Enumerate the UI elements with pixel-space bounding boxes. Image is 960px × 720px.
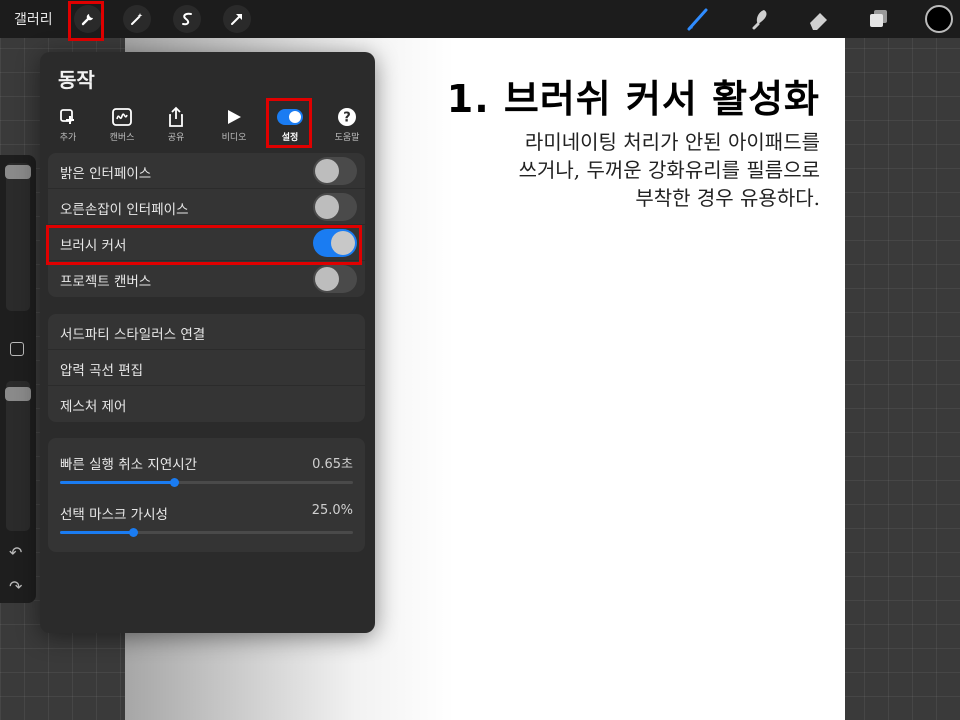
- setting-label: 밝은 인터페이스: [60, 166, 152, 182]
- desc-line: 부착한 경우 유용하다.: [635, 186, 820, 210]
- panel-title: 동작: [58, 68, 95, 92]
- brush-icon: [687, 8, 708, 31]
- modify-button[interactable]: [10, 342, 24, 356]
- brush-size-thumb[interactable]: [5, 165, 31, 179]
- undo-delay-setting: 빠른 실행 취소 지연시간 0.65초: [48, 442, 365, 492]
- setting-label: 선택 마스크 가시성: [60, 507, 168, 523]
- gallery-button[interactable]: 갤러리: [14, 9, 53, 29]
- gesture-controls-link[interactable]: 제스처 제어: [48, 386, 365, 422]
- smudge-tool-button[interactable]: [746, 6, 772, 32]
- setting-label: 서드파티 스타일러스 연결: [60, 327, 206, 343]
- brush-size-slider[interactable]: [6, 163, 30, 311]
- tab-label: 비디오: [221, 133, 247, 143]
- slider-settings-group: 빠른 실행 취소 지연시간 0.65초 선택 마스크 가시성 25.0%: [48, 438, 365, 552]
- color-picker-button[interactable]: [925, 5, 953, 33]
- undo-delay-slider[interactable]: [60, 478, 353, 487]
- settings-highlight-box: [266, 98, 312, 148]
- setting-light-interface: 밝은 인터페이스: [48, 153, 365, 189]
- transform-button[interactable]: [223, 5, 251, 33]
- undo-delay-value: 0.65초: [312, 457, 353, 472]
- tab-label: 공유: [167, 133, 185, 143]
- tab-label: 추가: [59, 133, 77, 143]
- opacity-thumb[interactable]: [5, 387, 31, 401]
- tab-add[interactable]: 추가: [46, 104, 90, 148]
- slider-knob[interactable]: [129, 528, 138, 537]
- layers-icon: [870, 10, 887, 27]
- setting-label: 압력 곡선 편집: [60, 363, 144, 379]
- brush-cursor-highlight-box: [46, 225, 362, 265]
- smudge-icon: [752, 10, 767, 30]
- canvas-description: 라미네이팅 처리가 안된 아이패드를 쓰거나, 두꺼운 강화유리를 필름으로 부…: [440, 128, 820, 212]
- top-toolbar: 갤러리: [0, 0, 960, 41]
- pressure-curve-link[interactable]: 압력 곡선 편집: [48, 350, 365, 386]
- tab-label: 캔버스: [109, 133, 135, 143]
- help-icon: ?: [338, 108, 356, 126]
- arrow-cursor-icon: [231, 14, 242, 25]
- tab-canvas[interactable]: 캔버스: [100, 104, 144, 148]
- brush-tool-button[interactable]: [685, 6, 711, 32]
- selection-mask-value: 25.0%: [311, 503, 353, 518]
- undo-icon[interactable]: ↶: [9, 543, 22, 562]
- third-party-stylus-link[interactable]: 서드파티 스타일러스 연결: [48, 314, 365, 350]
- light-interface-toggle[interactable]: [313, 157, 357, 185]
- setting-label: 프로젝트 캔버스: [60, 274, 152, 290]
- selection-mask-slider[interactable]: [60, 528, 353, 537]
- canvas-heading: 1. 브러쉬 커서 활성화: [446, 77, 820, 121]
- desc-line: 쓰거나, 두꺼운 강화유리를 필름으로: [518, 158, 820, 182]
- setting-label: 빠른 실행 취소 지연시간: [60, 457, 198, 473]
- setting-label: 제스처 제어: [60, 399, 127, 415]
- selection-s-icon: [182, 12, 192, 26]
- project-canvas-toggle[interactable]: [313, 265, 357, 293]
- canvas-icon: [112, 108, 132, 126]
- slider-fill: [60, 531, 133, 534]
- svg-text:?: ?: [343, 111, 351, 126]
- setting-label: 오른손잡이 인터페이스: [60, 202, 189, 218]
- video-icon: [228, 110, 241, 124]
- slider-fill: [60, 481, 174, 484]
- adjustments-button[interactable]: [123, 5, 151, 33]
- eraser-tool-button[interactable]: [806, 6, 832, 32]
- tab-label: 도움말: [334, 133, 360, 143]
- setting-right-hand-interface: 오른손잡이 인터페이스: [48, 189, 365, 225]
- slider-knob[interactable]: [170, 478, 179, 487]
- left-sidebar: ↶ ↷: [0, 155, 36, 603]
- add-icon: [60, 109, 74, 124]
- opacity-slider[interactable]: [6, 381, 30, 531]
- setting-project-canvas: 프로젝트 캔버스: [48, 261, 365, 297]
- layers-button[interactable]: [866, 6, 892, 32]
- magic-wand-icon: [131, 13, 143, 25]
- actions-highlight-box: [68, 1, 104, 41]
- share-icon: [169, 106, 183, 127]
- redo-icon[interactable]: ↷: [9, 577, 22, 596]
- actions-panel: 동작 추가 캔버스 공유 비디오 설정 ? 도움말 밝은 인터페이스 오른손잡이…: [40, 52, 375, 633]
- right-hand-interface-toggle[interactable]: [313, 193, 357, 221]
- actions-tabs: 추가 캔버스 공유 비디오 설정 ? 도움말: [46, 104, 369, 148]
- selection-button[interactable]: [173, 5, 201, 33]
- tab-video[interactable]: 비디오: [212, 104, 256, 148]
- tab-share[interactable]: 공유: [154, 104, 198, 148]
- tab-help[interactable]: ? 도움말: [325, 104, 369, 148]
- eraser-icon: [810, 13, 827, 30]
- desc-line: 라미네이팅 처리가 안된 아이패드를: [524, 130, 820, 154]
- link-settings-group: 서드파티 스타일러스 연결 압력 곡선 편집 제스처 제어: [48, 314, 365, 422]
- selection-mask-setting: 선택 마스크 가시성 25.0%: [48, 492, 365, 542]
